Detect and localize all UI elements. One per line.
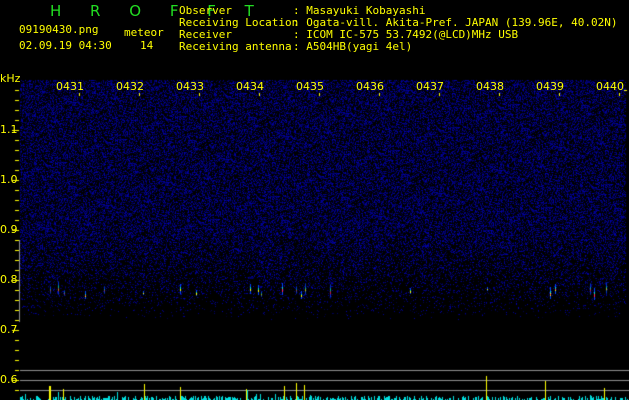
x-tick-label: 0440 [596,80,624,93]
filename: 09190430.png [19,23,99,36]
info-value: : A504HB(yagi 4el) [293,40,413,53]
x-tick-label: 0435 [296,80,324,93]
datetime: 02.09.19 04:30 [19,39,112,52]
y-tick-label: 0.7 [0,323,18,336]
x-tick-label: 0437 [416,80,444,93]
x-tick-label: 0439 [536,80,564,93]
x-tick-label: 0438 [476,80,504,93]
x-tick-label: 0436 [356,80,384,93]
y-tick-label: 0.8 [0,273,18,286]
y-axis-unit: kHz [0,72,21,85]
meteor-label: meteor [124,26,164,39]
spectrogram [0,0,629,400]
x-tick-label: 0433 [176,80,204,93]
meteor-count: 14 [140,39,154,52]
x-tick-label: 0432 [116,80,144,93]
y-tick-label: 1.0 [0,173,18,186]
info-label: Receiving antenna [179,40,292,53]
x-tick-label: 0434 [236,80,264,93]
x-tick-label: 0431 [56,80,84,93]
y-tick-label: 0.6 [0,373,18,386]
y-tick-label: 1.1 [0,123,18,136]
y-tick-label: 0.9 [0,223,18,236]
